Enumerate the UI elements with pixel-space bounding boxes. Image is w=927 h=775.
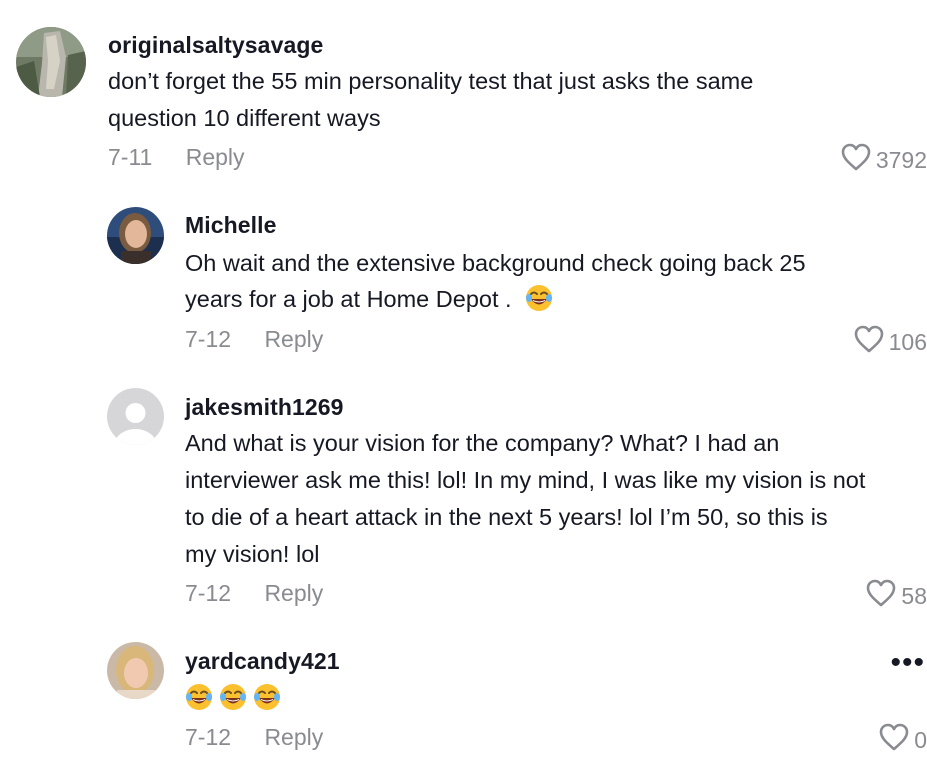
comment-text-line: question 10 different ways [108,105,381,131]
comment-text [185,682,281,714]
like-count: 3792 [875,146,927,173]
comment-emoji-line [185,682,281,714]
comment-text-line: interviewer ask me this! lol! In my mind… [185,467,866,493]
reply-button[interactable]: Reply [264,724,323,751]
laughing-tears-emoji [253,683,281,711]
comment-date: 7-12 [185,580,232,606]
comment-meta: 7-12 Reply [185,580,323,607]
woman-photo-avatar-image [107,207,164,264]
heart-icon[interactable] [853,324,889,360]
more-options-icon[interactable]: ••• [890,646,925,680]
laughing-tears-emoji [219,683,247,711]
avatar[interactable] [16,27,86,97]
comment-text-line: And what is your vision for the company?… [185,430,780,456]
heart-icon[interactable] [865,578,901,614]
laughing-tears-emoji [525,284,553,312]
like-button[interactable]: 58 [865,578,927,614]
avatar[interactable] [107,207,164,264]
comment-date: 7-12 [185,724,232,750]
laughing-tears-emoji [185,683,213,711]
comment-username[interactable]: originalsaltysavage [108,32,323,59]
avatar[interactable] [107,388,164,445]
comment-username[interactable]: jakesmith1269 [185,394,344,421]
comment-meta: 7-12 Reply [185,326,323,353]
comment-username[interactable]: yardcandy421 [185,648,340,675]
like-button[interactable]: 3792 [840,142,927,178]
rocky-cliff-avatar-image [16,27,86,97]
like-button[interactable]: 106 [853,324,927,360]
like-count: 58 [901,582,927,609]
like-count: 106 [888,328,927,355]
heart-icon[interactable] [840,142,876,178]
comment-username[interactable]: Michelle [185,212,277,239]
comment-text-line: years for a job at Home Depot . [185,281,806,317]
reply-button[interactable]: Reply [264,580,323,607]
heart-icon[interactable] [878,722,914,758]
comment-text: And what is your vision for the company?… [185,425,865,573]
like-button[interactable]: 0 [878,722,927,758]
avatar[interactable] [107,642,164,699]
comment-date: 7-11 [108,144,153,170]
blonde-woman-avatar-image [107,642,164,699]
reply-button[interactable]: Reply [186,144,245,171]
comment-meta: 7-12 Reply [185,724,323,751]
reply-button[interactable]: Reply [264,326,323,353]
default-user-avatar-image [107,388,164,445]
comment-text-line: Oh wait and the extensive background che… [185,250,806,276]
comment-date: 7-12 [185,326,232,352]
like-count: 0 [914,726,927,753]
comment-meta: 7-11 Reply [108,144,245,171]
comment-text-line: to die of a heart attack in the next 5 y… [185,504,828,530]
comment-text-line: don’t forget the 55 min personality test… [108,68,754,94]
comment-text-line: my vision! lol [185,541,320,567]
comment-text: Oh wait and the extensive background che… [185,245,806,317]
comment-text: don’t forget the 55 min personality test… [108,63,753,137]
comment-text-fragment: years for a job at Home Depot . [185,286,512,312]
